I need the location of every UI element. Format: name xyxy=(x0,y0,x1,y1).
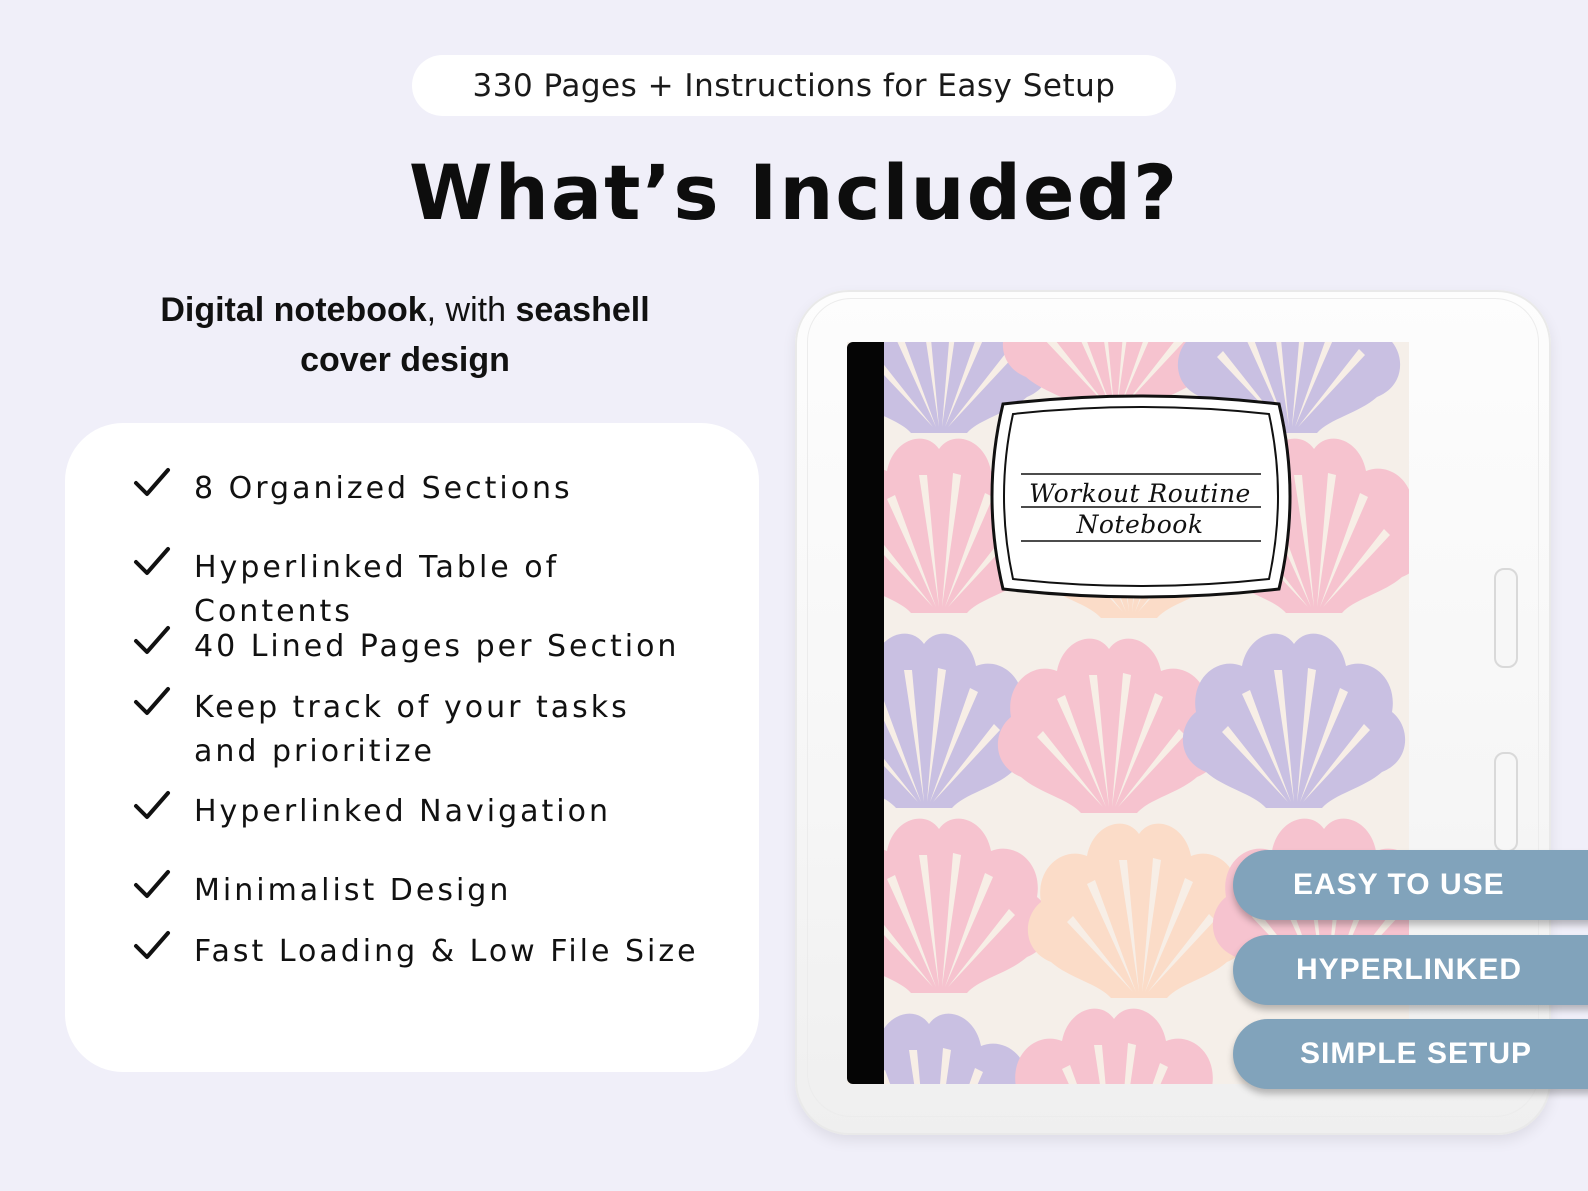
feature-text: Fast Loading & Low File Size xyxy=(194,934,699,969)
check-icon xyxy=(134,931,170,959)
label-line-1: Workout Routine xyxy=(1029,479,1251,508)
subtitle-bold-3: cover design xyxy=(300,341,510,379)
tag-easy-to-use: EASY TO USE xyxy=(1233,850,1588,920)
product-subtitle: Digital notebook, with seashell cover de… xyxy=(110,285,700,385)
subtitle-bold-2: seashell xyxy=(515,291,650,329)
check-icon xyxy=(134,687,170,715)
tag-simple-setup: SIMPLE SETUP xyxy=(1233,1019,1588,1089)
tag-label: HYPERLINKED xyxy=(1296,953,1523,986)
feature-item: Hyperlinked Navigation xyxy=(133,790,714,834)
label-line-2: Notebook xyxy=(1076,510,1204,539)
check-icon xyxy=(134,547,170,575)
feature-text: 40 Lined Pages per Section xyxy=(194,629,680,664)
tag-label: EASY TO USE xyxy=(1293,868,1505,901)
subtitle-bold-1: Digital notebook xyxy=(160,291,427,329)
setup-pill-text: 330 Pages + Instructions for Easy Setup xyxy=(472,67,1116,104)
tag-hyperlinked: HYPERLINKED xyxy=(1233,935,1588,1005)
feature-text: 8 Organized Sections xyxy=(194,471,573,506)
notebook-spine xyxy=(847,342,884,1084)
tablet-side-button xyxy=(1494,568,1518,668)
notebook-label-title: Workout Routine Notebook xyxy=(1010,478,1270,540)
feature-text: Keep track of your tasks and prioritize xyxy=(194,690,630,769)
check-icon xyxy=(134,791,170,819)
tag-label: SIMPLE SETUP xyxy=(1300,1037,1533,1070)
tablet-side-button xyxy=(1494,752,1518,852)
check-icon xyxy=(134,626,170,654)
feature-item: 40 Lined Pages per Section xyxy=(133,625,714,669)
feature-text: Hyperlinked Navigation xyxy=(194,794,611,829)
feature-item: Keep track of your tasks and prioritize xyxy=(133,686,694,774)
feature-item: Hyperlinked Table of Contents xyxy=(133,546,714,634)
feature-text: Minimalist Design xyxy=(194,873,512,908)
subtitle-plain: , with xyxy=(426,291,516,329)
check-icon xyxy=(134,468,170,496)
features-card: 8 Organized Sections Hyperlinked Table o… xyxy=(65,423,759,1072)
check-icon xyxy=(134,870,170,898)
feature-item: Minimalist Design xyxy=(133,869,714,913)
feature-text: Hyperlinked Table of Contents xyxy=(194,550,560,629)
feature-item: 8 Organized Sections xyxy=(133,467,714,511)
feature-item: Fast Loading & Low File Size xyxy=(133,930,714,974)
page-title: What’s Included? xyxy=(408,148,1180,237)
setup-pill: 330 Pages + Instructions for Easy Setup xyxy=(412,55,1176,116)
